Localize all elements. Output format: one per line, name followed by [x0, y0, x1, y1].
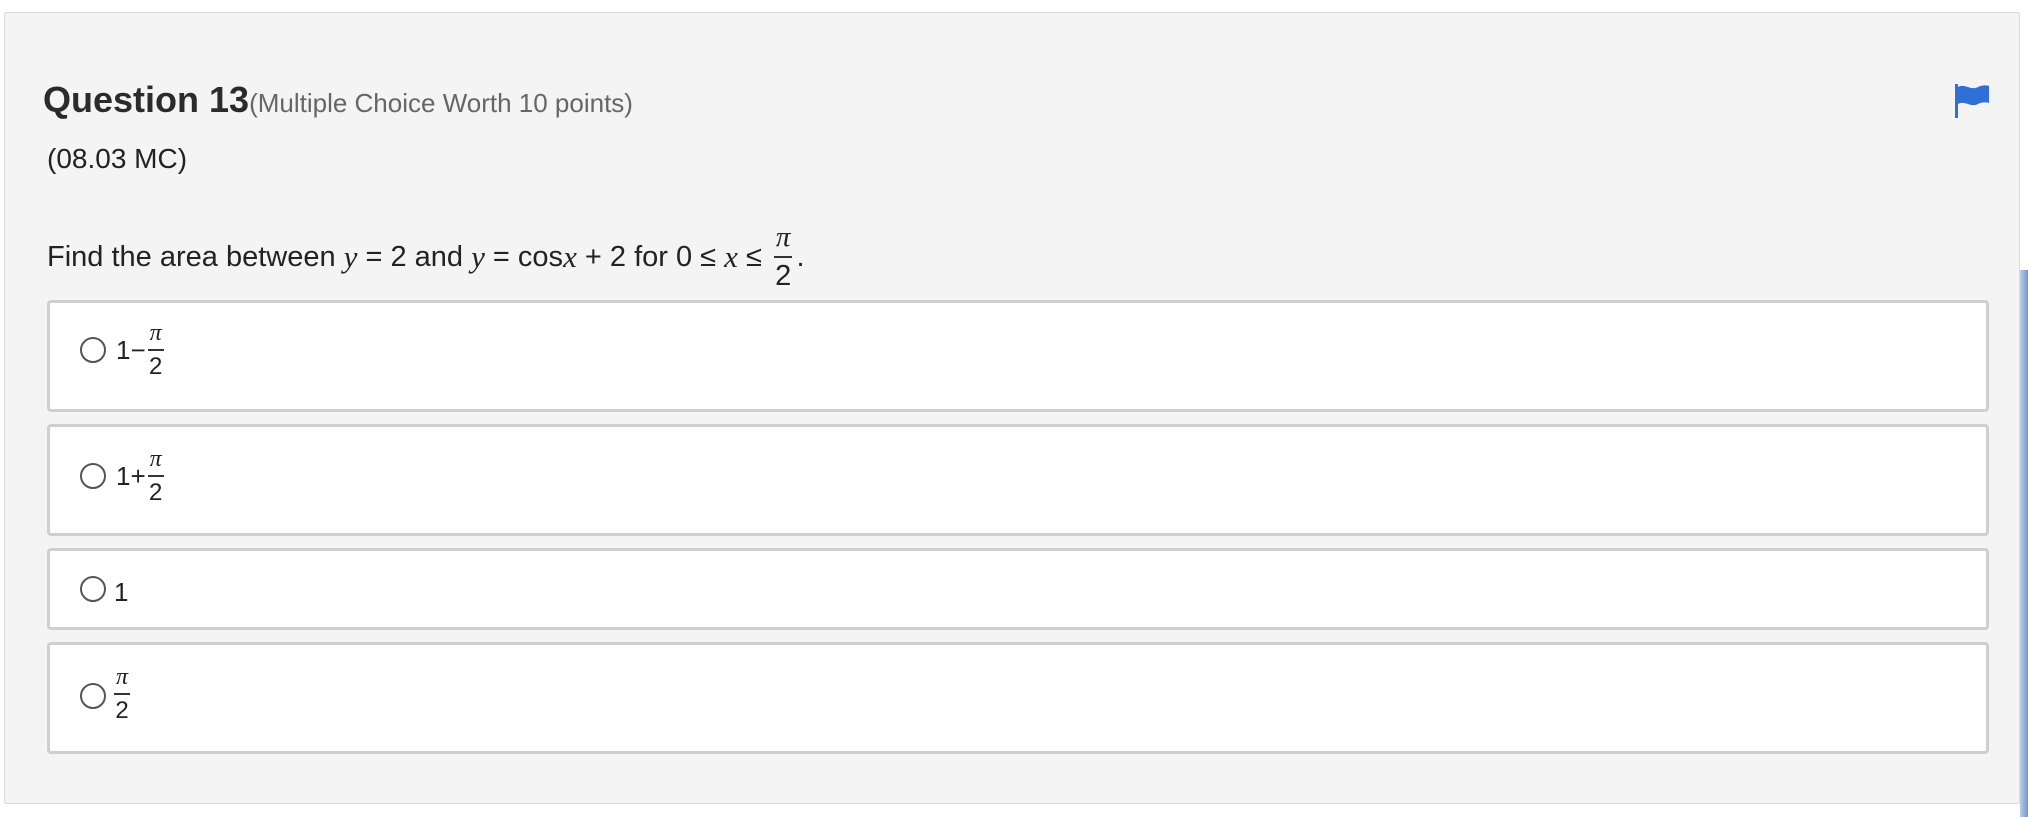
option-lead: 1+	[116, 460, 146, 491]
option-label: 1	[114, 577, 129, 607]
question-prompt: Find the area between y = 2 and y = cos …	[47, 223, 805, 291]
question-meta: (Multiple Choice Worth 10 points)	[249, 88, 633, 118]
radio-button[interactable]	[80, 463, 106, 489]
option-fraction: π 2	[147, 446, 164, 506]
question-header: Question 13 (Multiple Choice Worth 10 po…	[43, 79, 633, 121]
fraction-bar	[147, 475, 164, 477]
fraction-numerator: π	[116, 664, 129, 690]
prompt-text: Find the area between	[47, 240, 344, 273]
prompt-text: + 2 for 0 ≤	[576, 240, 725, 273]
option-fraction: π 2	[114, 664, 131, 724]
option-label: π 2	[112, 665, 132, 723]
prompt-text: ≤	[737, 240, 770, 273]
fraction-numerator: π	[775, 221, 791, 253]
fraction-numerator: π	[149, 320, 162, 346]
option-fraction: π 2	[147, 320, 164, 380]
prompt-period: .	[796, 240, 805, 273]
answer-option-d[interactable]: π 2	[47, 642, 1989, 754]
flag-icon[interactable]	[1953, 83, 1991, 119]
window-edge	[2020, 270, 2028, 817]
answer-option-a[interactable]: 1− π 2	[47, 300, 1989, 412]
question-card: Question 13 (Multiple Choice Worth 10 po…	[4, 12, 2020, 804]
fraction-numerator: π	[149, 446, 162, 472]
fraction-denominator: 2	[775, 260, 792, 292]
option-label: 1− π 2	[116, 321, 166, 379]
option-lead: 1−	[116, 334, 146, 365]
question-code: (08.03 MC)	[47, 143, 188, 174]
prompt-var-y: y	[471, 239, 485, 274]
radio-button[interactable]	[80, 683, 106, 709]
fraction-denominator: 2	[115, 697, 129, 724]
prompt-var-x: x	[563, 239, 577, 274]
prompt-text: = 2 and	[357, 240, 472, 273]
prompt-fraction: π 2	[773, 221, 793, 292]
answer-option-b[interactable]: 1+ π 2	[47, 424, 1989, 536]
radio-button[interactable]	[80, 337, 106, 363]
answer-option-c[interactable]: 1	[47, 548, 1989, 630]
radio-button[interactable]	[80, 576, 106, 602]
fraction-denominator: 2	[148, 353, 163, 380]
question-title: Question 13	[43, 79, 250, 120]
fraction-denominator: 2	[148, 479, 163, 506]
prompt-var-y: y	[343, 239, 358, 274]
option-label: 1+ π 2	[116, 447, 166, 505]
prompt-text: = cos	[484, 240, 564, 273]
fraction-bar	[114, 693, 131, 695]
prompt-var-x: x	[724, 239, 738, 274]
fraction-bar	[773, 256, 793, 258]
fraction-bar	[147, 349, 164, 351]
